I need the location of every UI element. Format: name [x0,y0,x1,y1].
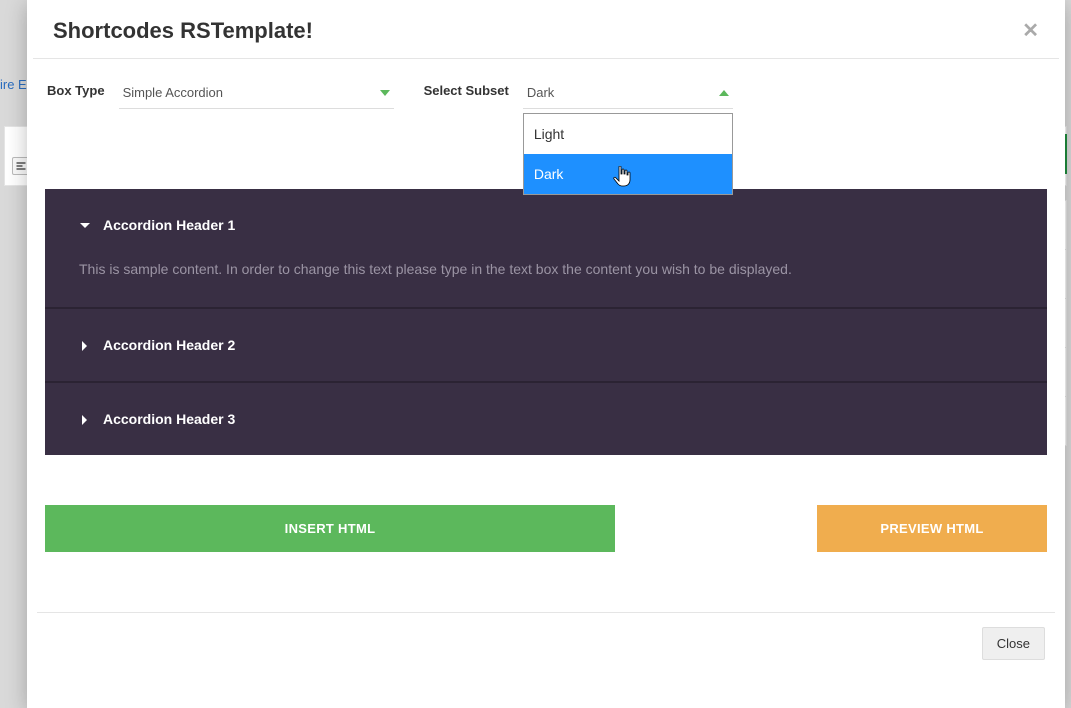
accordion-header-1[interactable]: Accordion Header 1 [45,189,1047,261]
box-type-group: Box Type Simple Accordion [47,77,394,109]
bg-left-link: ire E [0,77,27,92]
modal-footer: Close [37,612,1055,660]
chevron-right-icon [79,340,89,350]
accordion-body-1: This is sample content. In order to chan… [45,261,1047,307]
filter-bar: Box Type Simple Accordion Select Subset … [27,59,1065,119]
subset-select[interactable]: Dark [523,77,733,109]
accordion-panel-2: Accordion Header 2 [45,309,1047,383]
modal-header: Shortcodes RSTemplate! ✕ [33,0,1059,59]
close-button[interactable]: Close [982,627,1045,660]
subset-dropdown: Light Dark [523,113,733,195]
subset-group: Select Subset Dark Light Dark [424,77,733,109]
accordion-header-3[interactable]: Accordion Header 3 [45,383,1047,455]
box-type-label: Box Type [47,77,105,98]
accordion-panel-3: Accordion Header 3 [45,383,1047,455]
align-icon [15,160,27,172]
accordion-title-3: Accordion Header 3 [103,411,235,427]
accordion-panel-1: Accordion Header 1 This is sample conten… [45,189,1047,309]
subset-label: Select Subset [424,77,509,98]
modal-title: Shortcodes RSTemplate! [53,18,313,44]
box-type-select[interactable]: Simple Accordion [119,77,394,109]
caret-up-icon [719,90,729,96]
accordion-title-1: Accordion Header 1 [103,217,235,233]
accordion-title-2: Accordion Header 2 [103,337,235,353]
insert-html-button[interactable]: INSERT HTML [45,505,615,552]
subset-option-dark[interactable]: Dark [524,154,732,194]
accordion-header-2[interactable]: Accordion Header 2 [45,309,1047,381]
caret-down-icon [380,90,390,96]
chevron-right-icon [79,414,89,424]
subset-option-light[interactable]: Light [524,114,732,154]
shortcodes-modal: Shortcodes RSTemplate! ✕ Box Type Simple… [27,0,1065,708]
chevron-down-icon [79,220,89,230]
subset-value: Dark [527,85,554,100]
accordion-preview: Accordion Header 1 This is sample conten… [45,189,1047,455]
preview-html-button[interactable]: PREVIEW HTML [817,505,1047,552]
action-buttons: INSERT HTML PREVIEW HTML [45,505,1047,552]
close-icon[interactable]: ✕ [1022,21,1039,41]
box-type-value: Simple Accordion [123,85,223,100]
